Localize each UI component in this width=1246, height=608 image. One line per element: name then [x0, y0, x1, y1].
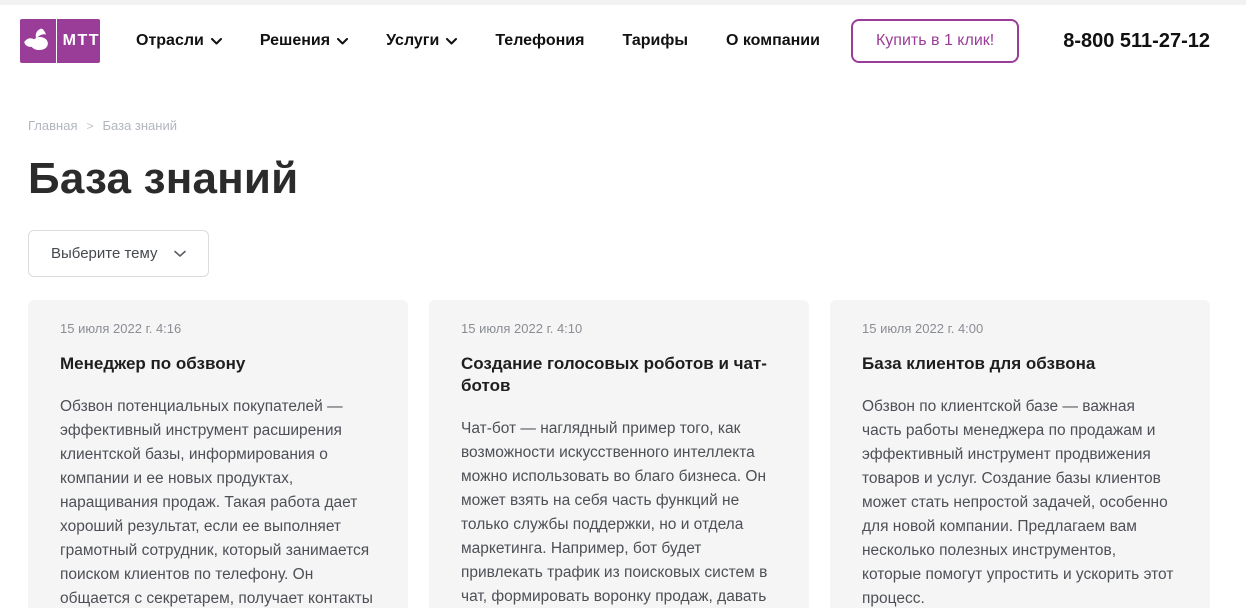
nav-item-label: Отрасли	[136, 32, 204, 50]
breadcrumb-separator: >	[86, 119, 93, 133]
article-date: 15 июля 2022 г. 4:00	[862, 321, 1178, 336]
article-excerpt: Обзвон потенциальных покупателей — эффек…	[60, 395, 376, 608]
nav-item-label: Услуги	[386, 32, 439, 50]
article-card[interactable]: 15 июля 2022 г. 4:10 Создание голосовых …	[429, 300, 809, 608]
nav-item-label: Тарифы	[622, 32, 688, 50]
article-title-link[interactable]: База клиентов для обзвона	[862, 353, 1178, 375]
chevron-down-icon	[211, 32, 222, 50]
article-card[interactable]: 15 июля 2022 г. 4:16 Менеджер по обзвону…	[28, 300, 408, 608]
chevron-down-icon	[446, 32, 457, 50]
article-date: 15 июля 2022 г. 4:16	[60, 321, 376, 336]
article-card[interactable]: 15 июля 2022 г. 4:00 База клиентов для о…	[830, 300, 1210, 608]
topic-select-label: Выберите тему	[51, 245, 158, 262]
nav-item-tarify[interactable]: Тарифы	[622, 32, 688, 50]
site-header: МТТ Отрасли Решения Услуги Телефония Тар…	[0, 5, 1246, 77]
article-title-link[interactable]: Менеджер по обзвону	[60, 353, 376, 375]
nav-item-label: Решения	[260, 32, 330, 50]
breadcrumb: Главная > База знаний	[28, 118, 1210, 133]
chevron-down-icon	[174, 245, 186, 262]
breadcrumb-current: База знаний	[103, 118, 178, 133]
main-nav: Отрасли Решения Услуги Телефония Тарифы …	[136, 32, 820, 50]
article-date: 15 июля 2022 г. 4:10	[461, 321, 777, 336]
bird-icon	[20, 28, 56, 54]
article-excerpt: Чат-бот — наглядный пример того, как воз…	[461, 417, 777, 608]
logo-text: МТТ	[57, 32, 100, 50]
nav-item-label: О компании	[726, 32, 820, 50]
phone-number-link[interactable]: 8-800 511-27-12	[1063, 30, 1210, 53]
page-title: База знаний	[28, 154, 1210, 204]
article-excerpt: Обзвон по клиентской базе — важная часть…	[862, 395, 1178, 608]
main-content: Главная > База знаний База знаний Выбери…	[0, 118, 1246, 608]
nav-item-resheniya[interactable]: Решения	[260, 32, 348, 50]
chevron-down-icon	[337, 32, 348, 50]
nav-item-telefoniya[interactable]: Телефония	[495, 32, 584, 50]
breadcrumb-home-link[interactable]: Главная	[28, 118, 77, 133]
nav-item-o-kompanii[interactable]: О компании	[726, 32, 820, 50]
nav-item-label: Телефония	[495, 32, 584, 50]
topic-select-dropdown[interactable]: Выберите тему	[28, 230, 209, 277]
buy-one-click-button[interactable]: Купить в 1 клик!	[851, 19, 1019, 63]
article-title-link[interactable]: Создание голосовых роботов и чат-ботов	[461, 353, 777, 397]
mtt-logo[interactable]: МТТ	[20, 19, 100, 63]
nav-item-uslugi[interactable]: Услуги	[386, 32, 457, 50]
article-card-grid: 15 июля 2022 г. 4:16 Менеджер по обзвону…	[28, 300, 1210, 608]
nav-item-otrasli[interactable]: Отрасли	[136, 32, 222, 50]
